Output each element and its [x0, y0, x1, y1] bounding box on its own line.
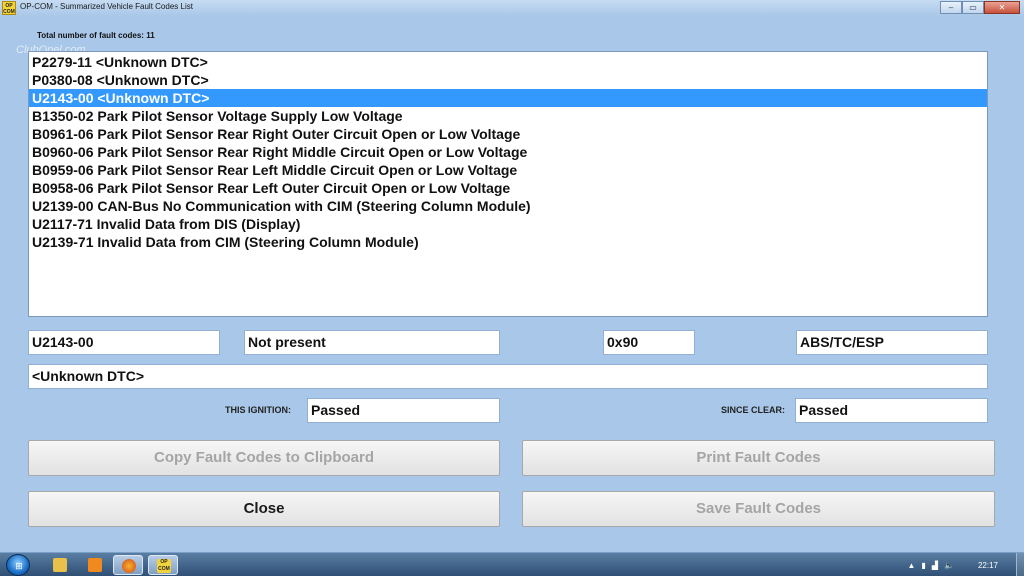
minimize-button[interactable]: –	[940, 1, 962, 14]
fault-code-item[interactable]: B0958-06 Park Pilot Sensor Rear Left Out…	[29, 179, 987, 197]
since-clear-label: SINCE CLEAR:	[721, 405, 786, 415]
windows-logo-icon: ⊞	[15, 561, 23, 571]
fault-code-item[interactable]: B0961-06 Park Pilot Sensor Rear Right Ou…	[29, 125, 987, 143]
folder-icon	[53, 558, 67, 572]
fault-code-item[interactable]: B0959-06 Park Pilot Sensor Rear Left Mid…	[29, 161, 987, 179]
title-bar: OP COM OP-COM - Summarized Vehicle Fault…	[0, 0, 1024, 16]
fault-code-item[interactable]: B0960-06 Park Pilot Sensor Rear Right Mi…	[29, 143, 987, 161]
taskbar: ⊞ OP COM ▲ ▮ ▟ 🔈 22:17	[0, 552, 1024, 576]
fault-code-item[interactable]: P0380-08 <Unknown DTC>	[29, 71, 987, 89]
taskbar-firefox-button[interactable]	[113, 555, 143, 575]
show-hidden-icons-icon[interactable]: ▲	[908, 561, 916, 570]
dtc-code-field: U2143-00	[28, 330, 220, 355]
taskbar-opcom-button[interactable]: OP COM	[148, 555, 178, 575]
media-player-icon	[88, 558, 102, 572]
close-button[interactable]: Close	[28, 491, 500, 527]
opcom-app-icon: OP COM	[2, 1, 16, 15]
network-icon[interactable]: ▮	[921, 561, 925, 570]
close-window-button[interactable]: ✕	[984, 1, 1020, 14]
show-desktop-button[interactable]	[1016, 553, 1024, 576]
fault-codes-list[interactable]: P2279-11 <Unknown DTC> P0380-08 <Unknown …	[28, 51, 988, 317]
window-controls: – ▭ ✕	[940, 1, 1020, 14]
print-fault-codes-button[interactable]: Print Fault Codes	[522, 440, 995, 476]
fault-code-item[interactable]: U2139-71 Invalid Data from CIM (Steering…	[29, 233, 987, 251]
fault-code-item[interactable]: B1350-02 Park Pilot Sensor Voltage Suppl…	[29, 107, 987, 125]
dtc-status-field: Not present	[244, 330, 500, 355]
firefox-icon	[122, 559, 136, 573]
fault-code-item[interactable]: U2139-00 CAN-Bus No Communication with C…	[29, 197, 987, 215]
module-field: ABS/TC/ESP	[796, 330, 988, 355]
this-ignition-label: THIS IGNITION:	[225, 405, 291, 415]
app-icon-text: OP COM	[3, 3, 15, 15]
taskbar-media-player-button[interactable]	[80, 555, 110, 575]
since-clear-field: Passed	[795, 398, 988, 423]
save-fault-codes-button[interactable]: Save Fault Codes	[522, 491, 995, 527]
signal-icon[interactable]: ▟	[932, 561, 938, 570]
fault-code-item[interactable]: U2143-00 <Unknown DTC>	[29, 89, 987, 107]
window-title: OP-COM - Summarized Vehicle Fault Codes …	[20, 2, 193, 11]
start-button[interactable]: ⊞	[6, 554, 30, 576]
fault-code-item[interactable]: P2279-11 <Unknown DTC>	[29, 53, 987, 71]
this-ignition-field: Passed	[307, 398, 500, 423]
volume-icon[interactable]: 🔈	[944, 561, 954, 570]
dtc-hex-field: 0x90	[603, 330, 695, 355]
clock[interactable]: 22:17	[978, 561, 998, 570]
taskbar-explorer-button[interactable]	[45, 555, 75, 575]
maximize-button[interactable]: ▭	[962, 1, 984, 14]
copy-fault-codes-button[interactable]: Copy Fault Codes to Clipboard	[28, 440, 500, 476]
fault-count-label: Total number of fault codes: 11	[37, 31, 155, 40]
opcom-taskbar-icon: OP COM	[157, 559, 171, 573]
system-tray: ▲ ▮ ▟ 🔈 22:17	[908, 553, 1016, 576]
dtc-description-field: <Unknown DTC>	[28, 364, 988, 389]
fault-code-item[interactable]: U2117-71 Invalid Data from DIS (Display)	[29, 215, 987, 233]
